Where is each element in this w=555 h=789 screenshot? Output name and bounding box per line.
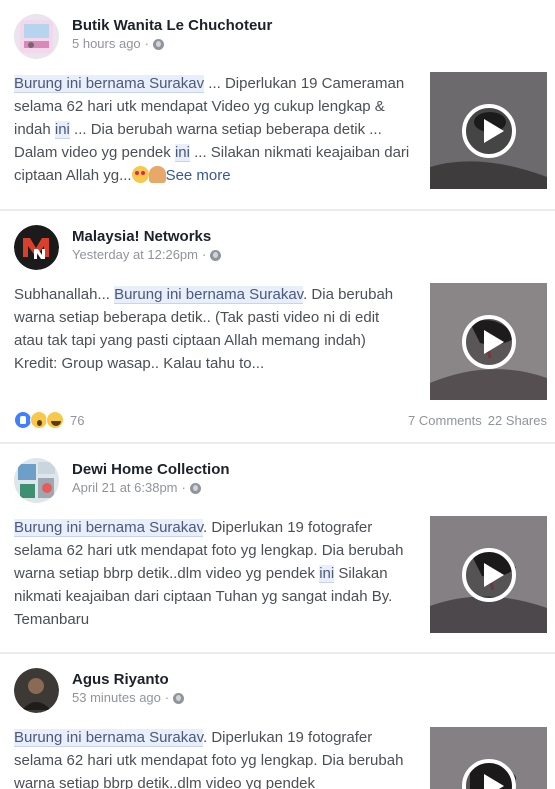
- post-card: Dewi Home Collection April 21 at 6:38pm …: [0, 444, 555, 652]
- reactions-count[interactable]: 76: [70, 413, 84, 428]
- post-header: Dewi Home Collection April 21 at 6:38pm …: [14, 458, 230, 504]
- post-time-row: 53 minutes ago ·: [72, 689, 185, 707]
- shares-count[interactable]: 22 Shares: [488, 413, 547, 428]
- author-name[interactable]: Butik Wanita Le Chuchoteur: [72, 17, 272, 35]
- avatar[interactable]: [14, 14, 59, 59]
- post-text: Burung ini bernama Surakav. Diperlukan 1…: [14, 516, 406, 631]
- highlight-term: Burung ini bernama Surakav: [114, 286, 304, 304]
- highlight-term: Burung ini bernama Surakav: [14, 729, 203, 747]
- post-timestamp[interactable]: Yesterday at 12:26pm: [72, 246, 198, 264]
- video-thumbnail[interactable]: [430, 283, 547, 400]
- play-icon[interactable]: [462, 548, 516, 602]
- post-timestamp[interactable]: 5 hours ago: [72, 35, 141, 53]
- post-meta: Agus Riyanto 53 minutes ago ·: [72, 668, 185, 714]
- separator-dot: ·: [144, 36, 150, 51]
- avatar[interactable]: [14, 668, 59, 713]
- post-text: Subhanallah... Burung ini bernama Suraka…: [14, 283, 410, 375]
- globe-icon: [173, 692, 185, 704]
- play-icon[interactable]: [462, 315, 516, 369]
- separator-dot: ·: [202, 247, 207, 262]
- post-stats: 76 7 Comments 22 Shares: [14, 409, 547, 431]
- globe-icon: [153, 38, 165, 50]
- news-feed: Butik Wanita Le Chuchoteur 5 hours ago ·…: [0, 0, 555, 789]
- highlight-term: Burung ini bernama Surakav: [14, 519, 203, 537]
- author-name[interactable]: Dewi Home Collection: [72, 461, 230, 479]
- comments-count[interactable]: 7 Comments: [408, 413, 482, 428]
- post-time-row: Yesterday at 12:26pm ·: [72, 246, 222, 264]
- post-timestamp[interactable]: April 21 at 6:38pm: [72, 479, 178, 497]
- video-thumbnail[interactable]: [430, 516, 547, 633]
- post-header: Butik Wanita Le Chuchoteur 5 hours ago ·: [14, 14, 272, 60]
- post-card: Agus Riyanto 53 minutes ago · Burung ini…: [0, 654, 555, 789]
- post-meta: Dewi Home Collection April 21 at 6:38pm …: [72, 458, 230, 504]
- engagement-counts: 7 Comments 22 Shares: [408, 413, 547, 428]
- post-card: Malaysia! Networks Yesterday at 12:26pm …: [0, 211, 555, 442]
- post-header: Malaysia! Networks Yesterday at 12:26pm …: [14, 225, 222, 271]
- author-name[interactable]: Malaysia! Networks: [72, 228, 221, 246]
- video-thumbnail[interactable]: [430, 72, 547, 189]
- highlight-term: ini: [319, 565, 335, 583]
- post-meta: Butik Wanita Le Chuchoteur 5 hours ago ·: [72, 14, 272, 60]
- globe-icon: [189, 482, 201, 494]
- highlight-term: ini: [174, 144, 190, 162]
- post-text: Burung ini bernama Surakav. Diperlukan 1…: [14, 726, 406, 789]
- reaction-icons[interactable]: [14, 411, 64, 429]
- separator-dot: ·: [181, 480, 186, 495]
- text-segment: Subhanallah...: [14, 286, 115, 303]
- avatar[interactable]: [14, 225, 59, 270]
- haha-icon: [46, 411, 64, 429]
- post-timestamp[interactable]: 53 minutes ago: [72, 689, 161, 707]
- author-name[interactable]: Agus Riyanto: [72, 671, 184, 689]
- globe-icon: [210, 249, 222, 261]
- post-time-row: 5 hours ago ·: [72, 35, 272, 53]
- post-header: Agus Riyanto 53 minutes ago ·: [14, 668, 185, 714]
- see-more-link[interactable]: See more: [166, 167, 231, 184]
- post-time-row: April 21 at 6:38pm ·: [72, 479, 230, 497]
- post-meta: Malaysia! Networks Yesterday at 12:26pm …: [72, 225, 222, 271]
- separator-dot: ·: [164, 690, 170, 705]
- heart-eyes-emoji-icon: [131, 166, 149, 183]
- pray-emoji-icon: [148, 166, 166, 183]
- highlight-term: ini: [54, 121, 70, 139]
- post-card: Butik Wanita Le Chuchoteur 5 hours ago ·…: [0, 0, 555, 209]
- play-icon[interactable]: [462, 104, 516, 158]
- video-thumbnail[interactable]: [430, 727, 547, 789]
- post-text: Burung ini bernama Surakav ... Diperluka…: [14, 72, 410, 187]
- highlight-term: Burung ini bernama Surakav: [14, 75, 205, 93]
- avatar[interactable]: [14, 458, 59, 503]
